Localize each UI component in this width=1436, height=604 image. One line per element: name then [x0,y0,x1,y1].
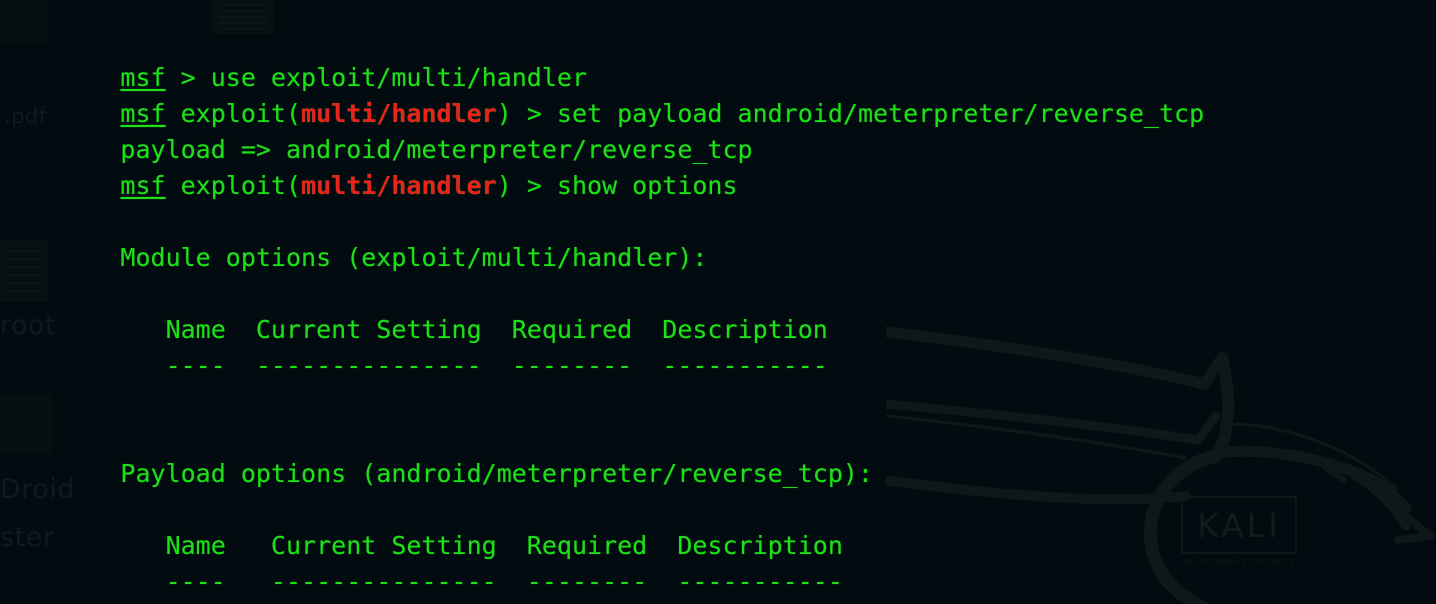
module-options-title: Module options (exploit/multi/handler): [0,204,1436,272]
command-text: ) > show options [496,171,738,200]
exploit-text: exploit( [165,99,302,128]
module-options-table-header: Name Current Setting Required Descriptio… [0,276,1436,344]
payload-echo-text: payload => android/meterpreter/reverse_t… [120,135,753,164]
payload-options-table-header: Name Current Setting Required Descriptio… [0,492,1436,560]
exploit-text: exploit( [165,171,302,200]
blank-text [120,423,135,452]
module-options-title-text: Module options (exploit/multi/handler): [120,243,708,272]
module-name-highlight: multi/handler [301,171,497,200]
terminal-output: msf > use exploit/multi/handler msf expl… [0,24,1436,604]
blank-text [120,387,135,416]
msf-prompt: msf [120,63,166,92]
module-options-rule-text: ---- --------------- -------- ----------… [120,351,828,380]
terminal-blank-line [0,384,1436,420]
payload-options-rule-text: ---- --------------- -------- ----------… [120,567,843,596]
blank-text [120,495,135,524]
blank-text [120,279,135,308]
kali-terminal-screenshot: .pdf root Droid ster [0,0,1436,604]
terminal-line: msf > use exploit/multi/handler [0,24,1436,92]
msf-prompt: msf [120,99,166,128]
command-text: ) > set payload android/meterpreter/reve… [496,99,1205,128]
module-options-columns-text: Name Current Setting Required Descriptio… [120,315,828,344]
module-name-highlight: multi/handler [301,99,497,128]
payload-options-title: Payload options (android/meterpreter/rev… [0,420,1436,488]
payload-options-columns-text: Name Current Setting Required Descriptio… [120,531,843,560]
terminal-window[interactable]: msf > use exploit/multi/handler msf expl… [0,0,1436,604]
payload-options-title-text: Payload options (android/meterpreter/rev… [120,459,873,488]
msf-prompt: msf [120,171,166,200]
command-text: > use exploit/multi/handler [165,63,588,92]
blank-text [120,207,135,236]
